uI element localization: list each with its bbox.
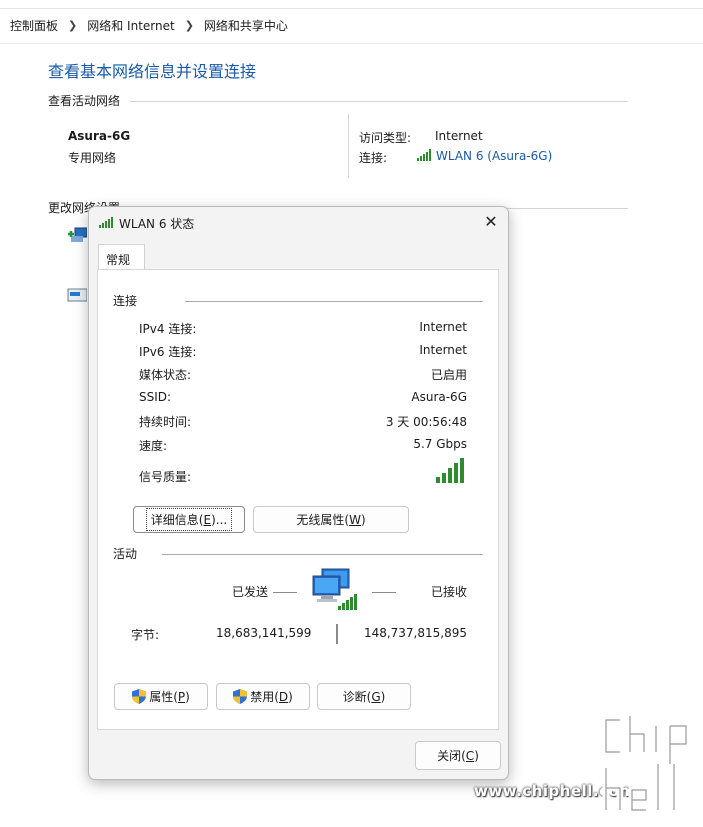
diagnose-button[interactable]: 诊断(G)	[317, 683, 411, 710]
connection-group-title: 连接	[113, 294, 138, 308]
ssid-value: Asura-6G	[411, 390, 467, 404]
chevron-right-icon: ❯	[68, 19, 78, 32]
ipv6-value: Internet	[419, 343, 467, 357]
dialog-title: WLAN 6 状态	[119, 217, 195, 231]
speed-label: 速度:	[139, 439, 168, 453]
bytes-received-value: 148,737,815,895	[363, 626, 467, 640]
connection-label: 连接:	[359, 151, 388, 165]
new-connection-icon[interactable]	[67, 226, 87, 244]
wlan-status-dialog: WLAN 6 状态 ✕ 常规 连接 IPv4 连接: Internet IPv6…	[88, 206, 509, 780]
details-button[interactable]: 详细信息(E)...	[133, 506, 245, 533]
sent-label: 已发送	[232, 585, 269, 599]
properties-button[interactable]: 属性(P)	[114, 683, 208, 710]
diagnose-button-suffix: )	[380, 689, 386, 704]
media-state-value: 已启用	[430, 368, 467, 382]
network-name: Asura-6G	[68, 129, 131, 143]
close-button-key: C	[465, 748, 475, 763]
troubleshoot-icon[interactable]	[67, 286, 87, 304]
wireless-button-key: W	[349, 512, 361, 527]
breadcrumb-control-panel[interactable]: 控制面板	[10, 17, 58, 34]
ipv4-value: Internet	[419, 320, 467, 334]
signal-quality-bars-icon	[436, 458, 464, 483]
chiphell-logo	[602, 712, 690, 814]
properties-button-suffix: )	[185, 689, 190, 704]
vertical-divider	[348, 114, 349, 178]
wifi-signal-icon	[417, 149, 431, 161]
bytes-sent-value: 18,683,141,599	[216, 626, 312, 640]
close-button[interactable]: 关闭(C)	[415, 741, 501, 770]
dialog-titlebar[interactable]: WLAN 6 状态 ✕	[89, 207, 508, 237]
tab-general[interactable]: 常规	[98, 244, 145, 269]
diagnose-button-key: G	[371, 689, 381, 704]
network-category: 专用网络	[68, 151, 117, 165]
shield-icon	[233, 689, 248, 704]
breadcrumb-network-internet[interactable]: 网络和 Internet	[87, 17, 174, 34]
access-type-value: Internet	[435, 129, 483, 143]
shield-icon	[132, 689, 147, 704]
duration-label: 持续时间:	[139, 415, 192, 429]
duration-value: 3 天 00:56:48	[385, 415, 467, 429]
bytes-label: 字节:	[131, 628, 160, 642]
bytes-divider	[336, 624, 338, 644]
disable-button[interactable]: 禁用(D)	[216, 683, 310, 710]
ipv6-label: IPv6 连接:	[139, 345, 197, 359]
received-line	[372, 592, 396, 593]
received-label: 已接收	[431, 585, 468, 599]
properties-button-label: 属性(	[149, 690, 178, 704]
breadcrumb: 控制面板 ❯ 网络和 Internet ❯ 网络和共享中心	[10, 17, 288, 34]
breadcrumb-divider	[0, 43, 703, 44]
properties-button-key: P	[177, 689, 186, 704]
close-button-suffix: )	[474, 748, 479, 763]
media-state-label: 媒体状态:	[139, 368, 192, 382]
disable-button-label: 禁用(	[250, 690, 279, 704]
details-button-suffix: )...	[211, 513, 228, 527]
wireless-button-suffix: )	[360, 512, 366, 527]
top-border	[0, 8, 703, 9]
wifi-signal-icon	[99, 217, 113, 228]
connection-link[interactable]: WLAN 6 (Asura-6G)	[436, 149, 552, 163]
signal-quality-label: 信号质量:	[139, 470, 192, 484]
close-button-label: 关闭(	[437, 749, 466, 763]
page-title: 查看基本网络信息并设置连接	[48, 62, 257, 81]
speed-value: 5.7 Gbps	[413, 437, 467, 451]
group-divider	[185, 301, 483, 302]
access-type-label: 访问类型:	[359, 131, 412, 145]
breadcrumb-sharing-center[interactable]: 网络和共享中心	[204, 17, 288, 34]
details-button-label: 详细信息(	[150, 513, 204, 527]
active-networks-heading: 查看活动网络	[48, 94, 121, 108]
section-divider	[130, 101, 628, 102]
ipv4-label: IPv4 连接:	[139, 322, 197, 336]
wireless-properties-button[interactable]: 无线属性(W)	[253, 506, 409, 533]
chevron-right-icon: ❯	[184, 19, 194, 32]
disable-button-key: D	[278, 689, 289, 704]
details-button-key: E	[203, 513, 212, 527]
diagnose-button-label: 诊断(	[342, 690, 372, 704]
disable-button-suffix: )	[288, 689, 293, 704]
close-icon[interactable]: ✕	[481, 212, 501, 232]
wireless-button-label: 无线属性(	[296, 513, 350, 527]
group-divider	[162, 554, 483, 555]
tab-panel: 连接 IPv4 连接: Internet IPv6 连接: Internet 媒…	[97, 269, 499, 730]
sent-line	[273, 592, 297, 593]
activity-group-title: 活动	[113, 547, 138, 561]
network-activity-icon	[312, 568, 357, 610]
ssid-label: SSID:	[139, 390, 172, 404]
